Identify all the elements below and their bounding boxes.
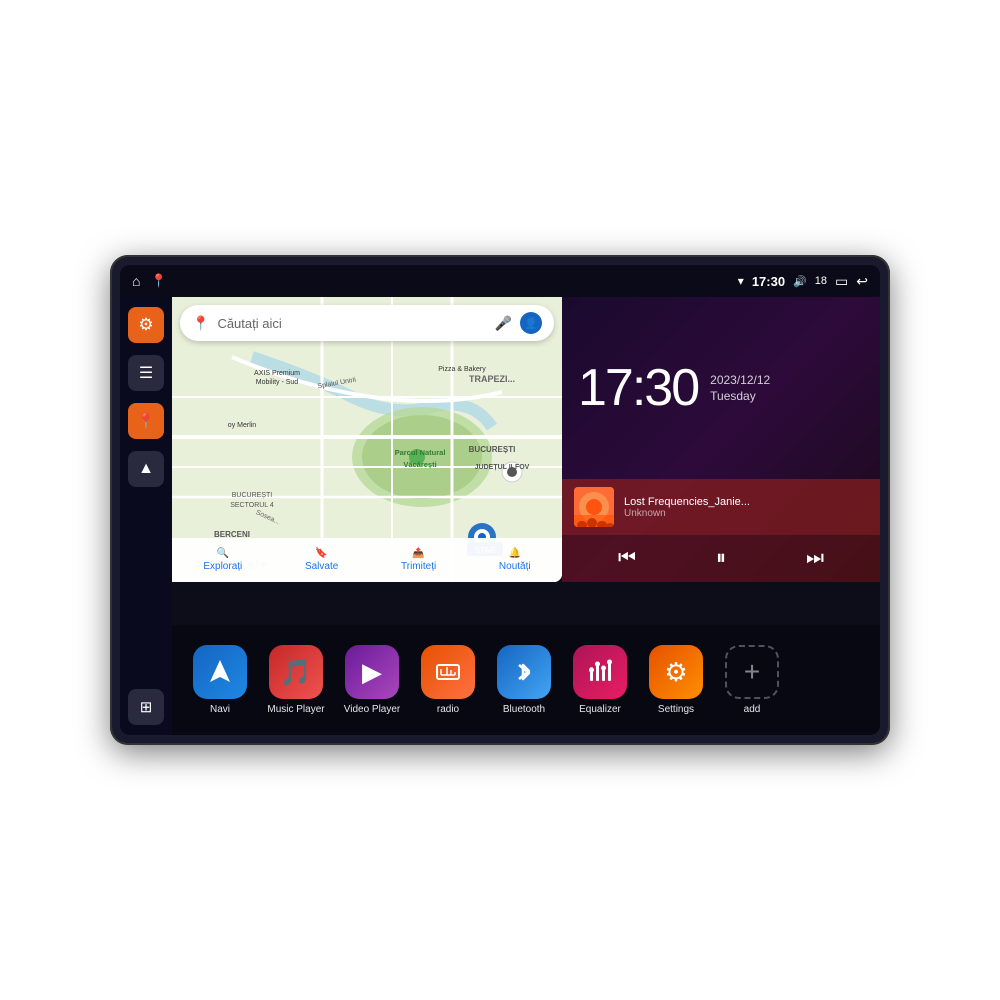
svg-text:Văcărești: Văcărești [403,460,436,469]
clock-date: 2023/12/12 Tuesday [710,373,770,403]
svg-text:BUCUREȘTI: BUCUREȘTI [469,445,516,454]
day-value: Tuesday [710,389,770,403]
left-sidebar: ⚙ ☰ 📍 ▲ ⊞ [120,297,172,735]
clock-status: 17:30 [752,274,785,289]
status-bar-left: ⌂ 📍 [132,273,167,289]
date-value: 2023/12/12 [710,373,770,387]
radio-label: radio [437,704,459,715]
status-bar-right: ▾ 17:30 🔊 18 ▭ ↩ [738,273,868,290]
add-icon: + [725,645,779,699]
svg-text:oy Merlin: oy Merlin [228,422,257,429]
settings-label: Settings [658,704,694,715]
center-area: STAR TRAPEZI... BUCUREȘTI JUDEȚUL ILFOV … [172,297,880,735]
explore-label: Explorați [203,561,242,572]
svg-text:Pizza & Bakery: Pizza & Bakery [438,366,486,373]
map-news[interactable]: 🔔 Noutăți [499,548,531,572]
map-saved[interactable]: 🔖 Salvate [305,548,338,572]
sidebar-item-navigation[interactable]: ▲ [128,451,164,487]
account-icon[interactable]: 👤 [520,312,542,334]
map-widget[interactable]: STAR TRAPEZI... BUCUREȘTI JUDEȚUL ILFOV … [172,297,562,582]
map-icon[interactable]: 📍 [150,273,166,289]
svg-text:JUDEȚUL ILFOV: JUDEȚUL ILFOV [475,464,530,471]
grid-icon: ⊞ [140,698,153,716]
map-search-bar[interactable]: 📍 Căutați aici 🎤 👤 [180,305,554,341]
files-icon: ☰ [139,363,153,383]
send-label: Trimiteți [401,561,436,572]
home-icon[interactable]: ⌂ [132,273,140,289]
sidebar-item-files[interactable]: ☰ [128,355,164,391]
app-add[interactable]: + add [720,645,784,715]
map-send[interactable]: 📤 Trimiteți [401,548,436,572]
app-grid: Navi 🎵 Music Player ▶ Video Player [172,625,880,735]
navi-icon [193,645,247,699]
music-controls: ⏮ ⏸ ⏭ [562,535,880,582]
app-video-player[interactable]: ▶ Video Player [340,645,404,715]
right-panel: 17:30 2023/12/12 Tuesday [562,297,880,582]
news-label: Noutăți [499,561,531,572]
svg-text:TRAPEZI...: TRAPEZI... [469,374,515,384]
music-title: Lost Frequencies_Janie... [624,496,868,508]
svg-text:Mobility - Sud: Mobility - Sud [256,379,299,386]
main-area: ⚙ ☰ 📍 ▲ ⊞ [120,297,880,735]
map-bottom-nav: 🔍 Explorați 🔖 Salvate 📤 Trimiteți � [172,538,562,582]
app-equalizer[interactable]: Equalizer [568,645,632,715]
sidebar-item-settings[interactable]: ⚙ [128,307,164,343]
music-thumbnail [574,487,614,527]
status-bar: ⌂ 📍 ▾ 17:30 🔊 18 ▭ ↩ [120,265,880,297]
music-info: Lost Frequencies_Janie... Unknown [624,496,868,519]
music-player-icon: 🎵 [269,645,323,699]
map-explore[interactable]: 🔍 Explorați [203,548,242,572]
volume-icon: 🔊 [793,275,807,288]
next-button[interactable]: ⏭ [794,543,836,574]
video-player-label: Video Player [344,704,401,715]
prev-button[interactable]: ⏮ [606,543,648,574]
mic-icon[interactable]: 🎤 [495,315,512,332]
nav-arrow-icon: ▲ [138,460,154,478]
app-music-player[interactable]: 🎵 Music Player [264,645,328,715]
settings-icon: ⚙ [138,315,153,335]
music-bar: Lost Frequencies_Janie... Unknown [562,479,880,535]
bluetooth-icon-app [497,645,551,699]
equalizer-icon [573,645,627,699]
album-art [574,487,614,527]
app-settings[interactable]: ⚙ Settings [644,645,708,715]
pause-button[interactable]: ⏸ [704,543,738,574]
search-placeholder: Căutați aici [217,316,486,331]
svg-text:AXIS Premium: AXIS Premium [254,370,300,377]
svg-text:Parcul Natural: Parcul Natural [395,448,446,457]
video-player-icon: ▶ [345,645,399,699]
send-icon: 📤 [412,548,424,559]
add-label: add [744,704,761,715]
battery-level: 18 [815,275,827,287]
navi-label: Navi [210,704,230,715]
svg-text:SECTORUL 4: SECTORUL 4 [230,502,274,509]
equalizer-label: Equalizer [579,704,621,715]
back-icon[interactable]: ↩ [856,273,868,290]
app-navi[interactable]: Navi [188,645,252,715]
sidebar-item-map[interactable]: 📍 [128,403,164,439]
svg-text:BUCUREȘTI: BUCUREȘTI [232,492,273,499]
saved-icon: 🔖 [315,548,327,559]
map-pin-icon: 📍 [137,412,156,430]
music-player-label: Music Player [267,704,324,715]
sidebar-item-grid[interactable]: ⊞ [128,689,164,725]
clock-area: 17:30 2023/12/12 Tuesday [562,297,880,479]
bluetooth-label: Bluetooth [503,704,545,715]
device-screen: ⌂ 📍 ▾ 17:30 🔊 18 ▭ ↩ [120,265,880,735]
car-head-unit: ⌂ 📍 ▾ 17:30 🔊 18 ▭ ↩ [110,255,890,745]
settings-icon-app: ⚙ [649,645,703,699]
explore-icon: 🔍 [217,548,229,559]
app-bluetooth[interactable]: Bluetooth [492,645,556,715]
app-radio[interactable]: radio [416,645,480,715]
battery-icon: ▭ [835,273,848,290]
wifi-icon: ▾ [738,274,744,288]
saved-label: Salvate [305,561,338,572]
news-icon: 🔔 [509,548,521,559]
clock-time: 17:30 [578,362,698,414]
music-artist: Unknown [624,508,868,519]
google-maps-icon: 📍 [192,315,209,332]
radio-icon [421,645,475,699]
